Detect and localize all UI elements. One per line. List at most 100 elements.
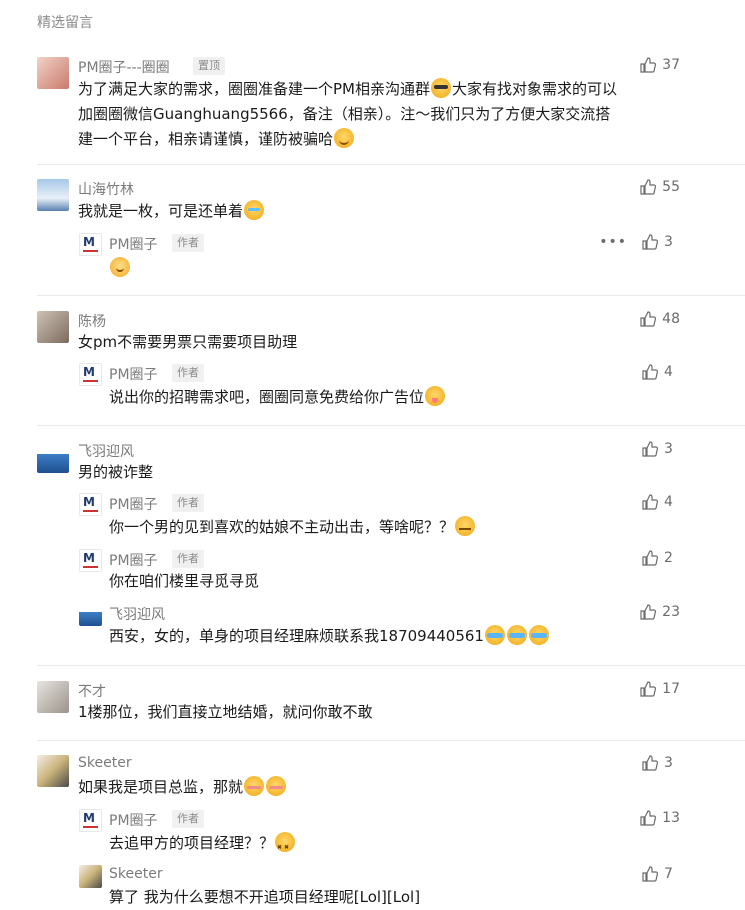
author-badge: 作者 (172, 364, 204, 382)
author-avatar[interactable] (79, 809, 102, 832)
author-badge: 作者 (172, 234, 204, 252)
reply-text-content: 西安，女的，单身的项目经理麻烦联系我18709440561 (109, 627, 484, 645)
reply-text-content: 去追甲方的项目经理？？ (109, 834, 275, 852)
comment-author[interactable]: 陈杨 (78, 311, 106, 331)
comment-text: 女pm不需要男票只需要项目助理 (78, 333, 298, 351)
like-button[interactable]: 3 (642, 441, 680, 457)
comment-text: 为了满足大家的需求，圈圈准备建一个PM相亲沟通群 大家有找对象需求的可以 加圈圈微… (78, 77, 698, 152)
divider (37, 740, 745, 741)
like-count: 37 (662, 57, 680, 73)
thumbs-up-icon (640, 179, 657, 195)
reply-text (109, 256, 131, 281)
thumbs-up-icon (640, 681, 657, 697)
thumbs-up-icon (640, 57, 657, 73)
reply-author[interactable]: PM圈子 (109, 550, 158, 570)
like-button[interactable]: 37 (640, 57, 680, 73)
avatar[interactable] (37, 179, 69, 211)
divider (37, 164, 745, 165)
reply-author[interactable]: PM圈子 (109, 234, 158, 254)
comment-text-line: 大家有找对象需求的可以 (452, 80, 618, 98)
dizzy-emoji-icon (275, 832, 296, 860)
pm-logo (79, 549, 102, 572)
like-count: 4 (664, 494, 673, 510)
comment-text-line: 加圈圈微信Guanghuang5566，备注（相亲）。注～我们只为了方便大家交流… (78, 105, 611, 123)
more-dots-icon[interactable]: ••• (599, 234, 627, 250)
comment-author[interactable]: PM圈子---圈圈 (78, 57, 170, 77)
reply-text-content: 说出你的招聘需求吧，圈圈同意免费给你广告位 (109, 388, 425, 406)
comment-author[interactable]: Skeeter (78, 755, 132, 771)
avatar[interactable] (79, 865, 102, 888)
comment-text-line: 为了满足大家的需求，圈圈准备建一个PM相亲沟通群 (78, 80, 430, 98)
avatar[interactable] (37, 311, 69, 343)
author-avatar[interactable] (79, 233, 102, 256)
like-button[interactable]: 4 (642, 364, 680, 380)
like-count: 7 (664, 866, 673, 882)
grin-emoji-icon (334, 128, 355, 148)
comment-author[interactable]: 山海竹林 (78, 179, 134, 199)
comment-author[interactable]: 不才 (78, 681, 106, 701)
divider (37, 295, 745, 296)
like-button[interactable]: 23 (640, 604, 680, 620)
like-count: 3 (664, 234, 673, 250)
avatar[interactable] (37, 681, 69, 713)
reply-text: 说出你的招聘需求吧，圈圈同意免费给你广告位 (109, 385, 446, 410)
reply-text: 去追甲方的项目经理？？ (109, 831, 296, 860)
reply-text-content: 你一个男的见到喜欢的姑娘不主动出击，等啥呢？？ (109, 518, 455, 536)
author-badge: 作者 (172, 550, 204, 568)
reply-author[interactable]: 飞羽迎风 (109, 604, 165, 624)
like-count: 4 (664, 364, 673, 380)
avatar[interactable] (37, 57, 69, 89)
comment-text: 如果我是项目总监，那就 (78, 775, 287, 800)
author-avatar[interactable] (79, 493, 102, 516)
pm-logo (79, 233, 102, 256)
author-avatar[interactable] (79, 363, 102, 386)
reply-text: 你一个男的见到喜欢的姑娘不主动出击，等啥呢？？ (109, 515, 476, 540)
reply-author[interactable]: Skeeter (109, 866, 163, 882)
like-button[interactable]: 3 (642, 755, 680, 771)
comment-text-content: 我就是一枚，可是还单着 (78, 202, 244, 220)
like-button[interactable]: 17 (640, 681, 680, 697)
thumbs-up-icon (642, 550, 658, 566)
kiss-emoji-icon (244, 776, 265, 796)
like-button[interactable]: 7 (642, 866, 680, 882)
like-button[interactable]: 13 (640, 810, 680, 826)
comment-text: 1楼那位，我们直接立地结婚，就问你敢不敢 (78, 703, 373, 721)
thumbs-up-icon (642, 755, 658, 771)
thinking-emoji-icon (455, 516, 476, 536)
sob-emoji-icon (528, 625, 549, 645)
avatar[interactable] (79, 603, 102, 626)
like-count: 23 (662, 604, 680, 620)
reply-author[interactable]: PM圈子 (109, 364, 158, 384)
comment-text: 男的被诈整 (78, 463, 154, 481)
thumbs-up-icon (642, 866, 658, 882)
like-button[interactable]: 2 (642, 550, 680, 566)
thumbs-up-icon (642, 234, 658, 250)
like-button[interactable]: 3 (642, 234, 680, 250)
cat-emoji-icon (110, 257, 130, 277)
thumbs-up-icon (640, 604, 657, 620)
like-count: 3 (664, 755, 673, 771)
comment-text: 我就是一枚，可是还单着 (78, 199, 265, 224)
avatar[interactable] (37, 441, 69, 473)
reply-author[interactable]: PM圈子 (109, 494, 158, 514)
thumbs-up-icon (642, 441, 658, 457)
like-button[interactable]: 4 (642, 494, 680, 510)
author-badge: 作者 (172, 494, 204, 512)
reply-author[interactable]: PM圈子 (109, 810, 158, 830)
avatar[interactable] (37, 755, 69, 787)
divider (37, 425, 745, 426)
thumbs-up-icon (640, 311, 657, 327)
pinned-badge: 置顶 (193, 57, 225, 75)
like-count: 55 (662, 179, 680, 195)
like-count: 13 (662, 810, 680, 826)
author-avatar[interactable] (79, 549, 102, 572)
reply-text: 你在咱们楼里寻觅寻觅 (109, 572, 260, 590)
like-button[interactable]: 48 (640, 311, 680, 327)
author-badge: 作者 (172, 810, 204, 828)
like-count: 3 (664, 441, 673, 457)
thumbs-up-icon (640, 810, 657, 826)
sunglasses-emoji-icon (431, 78, 451, 98)
like-count: 2 (664, 550, 673, 566)
comment-author[interactable]: 飞羽迎风 (78, 441, 134, 461)
like-button[interactable]: 55 (640, 179, 680, 195)
